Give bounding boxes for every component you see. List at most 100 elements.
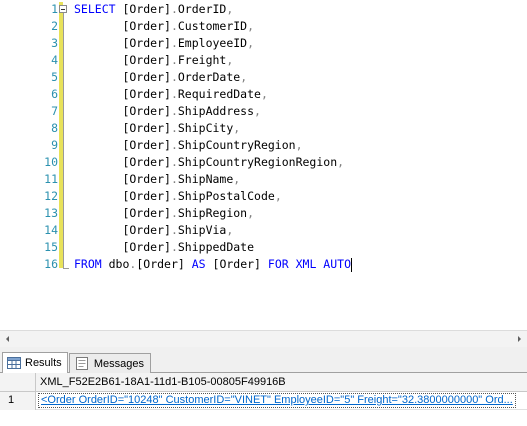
table-row: 1 <Order OrderID="10248" CustomerID="VIN… [0, 392, 527, 410]
code-token: [Order] [74, 189, 171, 203]
code-line[interactable]: [Order].OrderDate, [74, 69, 247, 86]
code-token: ShipCountryRegion [177, 138, 296, 152]
code-line[interactable]: [Order].ShipCountryRegionRegion, [74, 154, 344, 171]
code-token: [Order] [74, 19, 171, 33]
code-token: . [170, 138, 178, 152]
tab-messages[interactable]: Messages [69, 353, 151, 373]
code-token: [Order] [74, 87, 171, 101]
line-number: 11 [44, 172, 58, 186]
xml-result-cell[interactable]: <Order OrderID="10248" CustomerID="VINET… [38, 393, 516, 408]
code-line[interactable]: [Order].ShipAddress, [74, 103, 261, 120]
code-token: ShipPostalCode [177, 189, 275, 203]
code-token: [Order] [74, 70, 171, 84]
code-token: [Order] [74, 138, 171, 152]
code-token: . [170, 19, 178, 33]
results-grid: XML_F52E2B61-18A1-11d1-B105-00805F49916B… [0, 373, 527, 426]
horizontal-scrollbar[interactable] [0, 330, 527, 347]
code-token: , [226, 2, 234, 16]
sql-editor[interactable]: 1 2 3 4 5 6 7 8 9 10 11 12 13 14 15 16 SELECT [Order].O… [0, 0, 527, 330]
code-token: , [337, 155, 345, 169]
code-token: ShipCountryRegionRegion [177, 155, 338, 169]
code-token: Freight [177, 53, 227, 67]
code-token: , [226, 53, 234, 67]
line-number: 9 [51, 138, 58, 152]
code-token: , [247, 19, 255, 33]
scroll-right-icon[interactable] [511, 331, 527, 347]
column-header-xml[interactable]: XML_F52E2B61-18A1-11d1-B105-00805F49916B [40, 376, 286, 388]
code-token: , [274, 189, 282, 203]
grid-corner[interactable] [0, 373, 36, 392]
outline-end [63, 268, 69, 269]
line-number: 2 [51, 19, 58, 33]
code-token: CustomerID [177, 19, 248, 33]
code-token: dbo [108, 257, 130, 271]
tab-results[interactable]: Results [2, 352, 68, 373]
code-token: . [170, 2, 178, 16]
code-line[interactable]: [Order].ShippedDate [74, 239, 254, 256]
code-line[interactable]: [Order].ShipRegion, [74, 205, 254, 222]
sql-keyword: SELECT [74, 2, 123, 16]
code-token: . [170, 121, 178, 135]
code-line[interactable]: [Order].Freight, [74, 52, 233, 69]
code-token: . [170, 172, 178, 186]
code-token: ShipName [177, 172, 234, 186]
code-token: [Order] [74, 240, 171, 254]
code-token: , [226, 223, 234, 237]
code-line[interactable]: [Order].ShipName, [74, 171, 240, 188]
code-token: [Order] [74, 104, 171, 118]
results-tab-strip: Results Messages [0, 347, 527, 373]
tab-results-label: Results [25, 357, 62, 369]
sql-keyword: AS [191, 257, 213, 271]
code-token: [Order] [74, 206, 171, 220]
code-line[interactable]: [Order].CustomerID, [74, 18, 254, 35]
code-token: ShipCity [177, 121, 234, 135]
line-number: 7 [51, 104, 58, 118]
code-token: . [170, 70, 178, 84]
line-number: 3 [51, 36, 58, 50]
line-number: 10 [44, 155, 58, 169]
line-number: 1 [51, 2, 58, 16]
code-token: [Order] [74, 121, 171, 135]
code-token: ShipVia [177, 223, 227, 237]
line-number: 5 [51, 70, 58, 84]
row-number[interactable]: 1 [0, 392, 36, 410]
code-token: ShipRegion [177, 206, 248, 220]
code-token: . [170, 223, 178, 237]
grid-header-row: XML_F52E2B61-18A1-11d1-B105-00805F49916B [0, 373, 527, 392]
code-line[interactable]: [Order].ShipCity, [74, 120, 240, 137]
text-caret [351, 257, 352, 272]
messages-icon [74, 357, 90, 371]
code-token: , [233, 121, 241, 135]
code-token: , [295, 138, 303, 152]
code-token: . [170, 87, 178, 101]
outline-line [63, 6, 64, 268]
code-token: . [170, 36, 178, 50]
code-token: . [170, 104, 178, 118]
code-token: [Order] [74, 155, 171, 169]
line-number: 14 [44, 223, 58, 237]
code-line[interactable]: [Order].ShipCountryRegion, [74, 137, 303, 154]
code-token: [Order] [74, 223, 171, 237]
scroll-left-icon[interactable] [0, 331, 16, 347]
code-token: OrderID [177, 2, 227, 16]
line-number: 16 [44, 257, 58, 271]
collapse-minus-icon[interactable] [59, 5, 67, 13]
code-line[interactable]: [Order].EmployeeID, [74, 35, 254, 52]
code-line[interactable]: SELECT [Order].OrderID, [74, 1, 233, 18]
code-token: EmployeeID [177, 36, 248, 50]
code-token: , [260, 87, 268, 101]
code-token: [Order] [74, 36, 171, 50]
code-token: . [170, 206, 178, 220]
code-line[interactable]: [Order].RequiredDate, [74, 86, 268, 103]
code-line[interactable]: FROM dbo.[Order] AS [Order] FOR XML AUTO [74, 256, 352, 273]
code-token: . [170, 189, 178, 203]
code-line[interactable]: [Order].ShipPostalCode, [74, 188, 282, 205]
code-token: , [247, 206, 255, 220]
code-token: , [247, 36, 255, 50]
results-pane: Results Messages XML_F52E2B61-18A1-11d1-… [0, 347, 527, 426]
code-token: [Order] [74, 172, 171, 186]
code-token: [Order] [212, 257, 268, 271]
line-number: 13 [44, 206, 58, 220]
code-line[interactable]: [Order].ShipVia, [74, 222, 233, 239]
xml-result-link[interactable]: <Order OrderID="10248" CustomerID="VINET… [41, 394, 513, 406]
